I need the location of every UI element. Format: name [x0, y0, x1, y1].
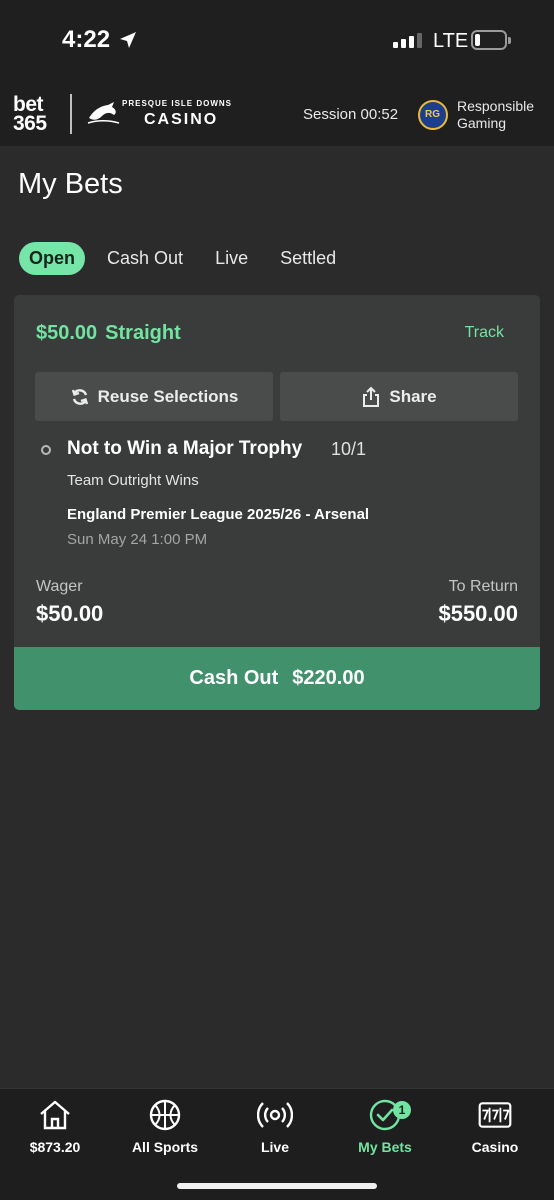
wager-label: Wager	[36, 578, 83, 595]
bet-type: Straight	[105, 322, 181, 344]
signal-icon	[393, 33, 422, 48]
to-return-value: $550.00	[438, 601, 518, 626]
session-timer: Session 00:52	[303, 106, 399, 123]
horse-logo-icon	[87, 102, 120, 124]
tab-cash-out[interactable]: Cash Out	[97, 242, 193, 275]
selection-odds: 10/1	[331, 439, 367, 459]
selection-market: Team Outright Wins	[67, 472, 199, 489]
share-label: Share	[389, 386, 437, 406]
basketball-icon	[149, 1099, 181, 1131]
status-bar: 4:22 LTE	[0, 0, 554, 88]
casino-logo-main: CASINO	[144, 111, 219, 128]
bet-card: $50.00 Straight Track Reuse Selections Sh…	[14, 295, 540, 710]
nav-home[interactable]: $873.20	[0, 1097, 110, 1167]
bet-filter-tabs: Open Cash Out Live Settled	[19, 242, 358, 275]
selection-name: Not to Win a Major Trophy	[67, 438, 303, 459]
broadcast-icon	[257, 1102, 293, 1128]
responsible-gaming-link[interactable]: Responsible Gaming	[457, 98, 534, 132]
cash-out-button[interactable]: Cash Out $220.00	[14, 647, 540, 710]
reuse-selections-label: Reuse Selections	[97, 386, 239, 406]
to-return-label: To Return	[448, 578, 518, 595]
nav-casino[interactable]: Casino	[440, 1097, 550, 1167]
nav-my-bets-label: My Bets	[358, 1139, 412, 1155]
location-arrow-icon	[120, 32, 136, 48]
slot-machine-icon	[478, 1102, 512, 1128]
nav-all-sports-label: All Sports	[131, 1139, 199, 1155]
cash-out-value: $220.00	[292, 667, 365, 689]
bet-stake: $50.00	[36, 322, 98, 344]
tab-settled[interactable]: Settled	[270, 242, 346, 275]
nav-casino-label: Casino	[471, 1139, 519, 1155]
logo-divider	[70, 94, 72, 134]
page-title: My Bets	[18, 168, 123, 200]
nav-my-bets[interactable]: 1 My Bets	[330, 1097, 440, 1167]
bet365-logo[interactable]: bet 365	[13, 94, 47, 134]
cash-out-label: Cash Out	[189, 667, 279, 689]
wager-value: $50.00	[36, 601, 104, 626]
selection-status-dot	[41, 445, 51, 455]
refresh-icon	[71, 388, 88, 405]
my-bets-count-badge: 1	[393, 1101, 411, 1119]
selection-event[interactable]: England Premier League 2025/26 - Arsenal	[67, 506, 369, 523]
bet-header: $50.00 Straight	[36, 322, 181, 345]
reuse-selections-button[interactable]: Reuse Selections	[35, 372, 273, 421]
tab-live[interactable]: Live	[205, 242, 258, 275]
battery-icon	[471, 30, 511, 50]
brand-header: bet 365 PRESQUE ISLE DOWNS CASINO Sessio…	[0, 88, 554, 146]
nav-all-sports[interactable]: All Sports	[110, 1097, 220, 1167]
selection-date: Sun May 24 1:00 PM	[67, 531, 208, 548]
nav-live[interactable]: Live	[220, 1097, 330, 1167]
track-link[interactable]: Track	[465, 324, 504, 342]
tab-open[interactable]: Open	[19, 242, 86, 275]
casino-logo-top: PRESQUE ISLE DOWNS	[122, 99, 233, 108]
nav-live-label: Live	[260, 1139, 289, 1155]
status-time: 4:22	[62, 26, 111, 53]
network-type: LTE	[433, 30, 469, 52]
share-button[interactable]: Share	[280, 372, 518, 421]
nav-balance-label: $873.20	[29, 1139, 81, 1155]
home-indicator[interactable]	[177, 1183, 377, 1189]
responsible-gaming-icon[interactable]	[418, 100, 448, 130]
casino-logo: PRESQUE ISLE DOWNS CASINO	[86, 96, 241, 132]
share-icon	[363, 386, 380, 407]
home-icon	[40, 1100, 70, 1130]
